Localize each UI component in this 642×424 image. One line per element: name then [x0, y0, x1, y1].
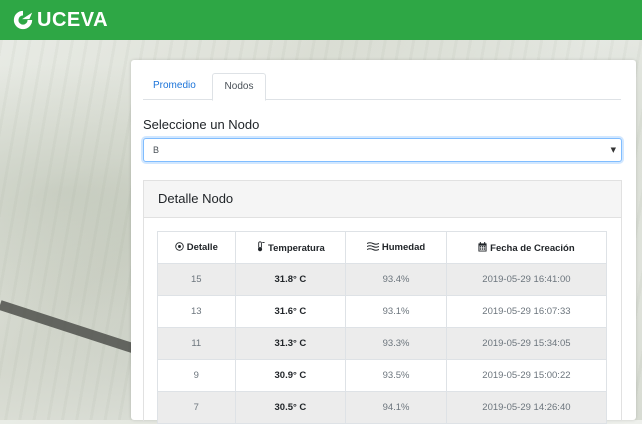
- column-label-fecha: Fecha de Creación: [490, 242, 575, 254]
- cell-fecha: 2019-05-29 14:26:40: [445, 391, 608, 424]
- column-header-humedad: Humedad: [345, 231, 447, 264]
- cell-humedad: 93.5%: [345, 359, 447, 392]
- main-card: Promedio Nodos Seleccione un Nodo B ▼ De…: [131, 60, 636, 424]
- cell-detalle: 13: [157, 295, 236, 328]
- cell-temperatura: 31.6° C: [234, 295, 347, 328]
- column-label-temperatura: Temperatura: [267, 243, 325, 254]
- column-label-humedad: Humedad: [381, 242, 426, 253]
- column-header-fecha: Fecha de Creación: [445, 231, 608, 264]
- cell-humedad: 93.1%: [345, 295, 447, 328]
- node-detail-panel: Detalle Nodo Detalle Temperatura Humedad…: [143, 180, 622, 424]
- thermometer-icon: [256, 241, 265, 252]
- tab-promedio[interactable]: Promedio: [153, 73, 196, 99]
- tab-nodos[interactable]: Nodos: [212, 73, 266, 101]
- target-icon: [174, 242, 184, 251]
- cell-detalle: 11: [157, 327, 236, 360]
- node-select[interactable]: B ▼: [143, 138, 622, 162]
- tabs-nav: Promedio Nodos: [143, 73, 621, 101]
- calendar-icon: [478, 241, 487, 252]
- node-detail-table: Detalle Temperatura Humedad Fecha de Cre…: [157, 231, 608, 424]
- table-header-row: Detalle Temperatura Humedad Fecha de Cre…: [157, 231, 608, 264]
- cell-fecha: 2019-05-29 15:00:22: [445, 359, 608, 392]
- node-detail-title: Detalle Nodo: [158, 191, 234, 206]
- cell-fecha: 2019-05-29 16:07:33: [445, 295, 608, 328]
- table-row: 15 31.8° C 93.4% 2019-05-29 16:41:00: [157, 263, 608, 296]
- brand-logo-link[interactable]: UCEVA: [12, 8, 108, 32]
- brand-name: UCEVA: [37, 8, 109, 31]
- cell-humedad: 93.4%: [345, 263, 447, 296]
- column-header-detalle: Detalle: [157, 231, 236, 264]
- cell-temperatura: 31.8° C: [234, 263, 347, 296]
- cell-detalle: 9: [157, 359, 236, 392]
- cell-fecha: 2019-05-29 15:34:05: [445, 327, 608, 360]
- cell-humedad: 94.1%: [345, 391, 447, 424]
- cell-detalle: 7: [157, 391, 236, 424]
- table-row: 7 30.5° C 94.1% 2019-05-29 14:26:40: [157, 391, 608, 424]
- cell-temperatura: 30.9° C: [234, 359, 347, 392]
- humidity-lines-icon: [366, 242, 379, 251]
- cell-fecha: 2019-05-29 16:41:00: [445, 263, 608, 296]
- node-select-value: B: [153, 145, 160, 155]
- cell-detalle: 15: [157, 263, 236, 296]
- table-row: 13 31.6° C 93.1% 2019-05-29 16:07:33: [157, 295, 608, 328]
- top-navbar: UCEVA: [0, 0, 642, 40]
- uceva-logo-icon: [13, 10, 33, 30]
- table-row: 9 30.9° C 93.5% 2019-05-29 15:00:22: [157, 359, 608, 392]
- cell-humedad: 93.3%: [345, 327, 447, 360]
- chevron-down-icon: ▼: [610, 146, 616, 154]
- node-detail-header: Detalle Nodo: [144, 181, 621, 218]
- cell-temperatura: 31.3° C: [234, 327, 347, 360]
- cell-temperatura: 30.5° C: [234, 391, 347, 424]
- column-label-detalle: Detalle: [186, 242, 218, 253]
- table-row: 11 31.3° C 93.3% 2019-05-29 15:34:05: [157, 327, 608, 360]
- node-select-label: Seleccione un Nodo: [143, 117, 260, 132]
- column-header-temperatura: Temperatura: [234, 231, 347, 264]
